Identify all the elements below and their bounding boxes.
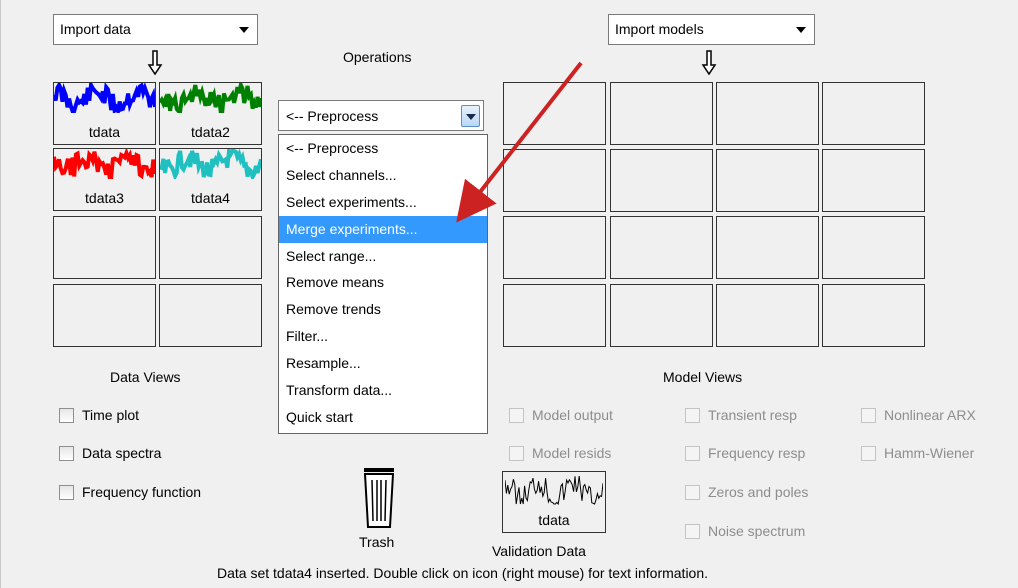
signal-thumbnail xyxy=(160,83,261,113)
model-slot-empty[interactable] xyxy=(716,149,819,212)
model-slot-empty[interactable] xyxy=(822,82,925,145)
checkbox-label: Zeros and poles xyxy=(708,484,809,500)
data-icon-label: tdata3 xyxy=(85,190,124,206)
checkbox-label: Nonlinear ARX xyxy=(884,407,976,423)
frequency-resp-checkbox[interactable]: Frequency resp xyxy=(685,445,805,461)
checkbox-label: Data spectra xyxy=(82,445,162,461)
operations-selected-value: <-- Preprocess xyxy=(286,108,379,124)
data-icon-label: tdata2 xyxy=(191,124,230,140)
model-views-title: Model Views xyxy=(663,369,743,385)
model-slot-empty[interactable] xyxy=(610,82,713,145)
annotation-arrow-icon xyxy=(456,61,583,223)
model-slot-empty[interactable] xyxy=(503,284,606,347)
checkbox-label: Model resids xyxy=(532,445,612,461)
checkbox-label: Hamm-Wiener xyxy=(884,445,975,461)
checkbox-box[interactable] xyxy=(509,407,524,423)
model-slot-empty[interactable] xyxy=(822,216,925,279)
operations-option[interactable]: Select range... xyxy=(279,243,487,270)
validation-data-label: Validation Data xyxy=(492,543,586,559)
operations-option[interactable]: Filter... xyxy=(279,323,487,350)
data-icon-tdata2[interactable]: tdata2 xyxy=(159,82,262,145)
model-slot-empty[interactable] xyxy=(610,284,713,347)
operations-option[interactable]: Resample... xyxy=(279,350,487,377)
checkbox-label: Frequency function xyxy=(82,484,202,500)
model-slot-empty[interactable] xyxy=(716,284,819,347)
signal-thumbnail xyxy=(505,475,603,506)
validation-data-slot[interactable]: tdata xyxy=(502,471,606,533)
data-icon-tdata[interactable]: tdata xyxy=(53,82,156,145)
data-slot-empty[interactable] xyxy=(159,216,262,279)
model-slot-empty[interactable] xyxy=(716,216,819,279)
operations-option[interactable]: Quick start xyxy=(279,404,487,431)
hamm-wiener-checkbox[interactable]: Hamm-Wiener xyxy=(861,445,974,461)
model-slot-empty[interactable] xyxy=(610,149,713,212)
validation-icon-label: tdata xyxy=(538,512,570,528)
data-icon-label: tdata xyxy=(88,124,121,140)
data-icon-tdata4[interactable]: tdata4 xyxy=(159,148,262,211)
signal-thumbnail xyxy=(54,83,155,113)
operations-option[interactable]: Remove means xyxy=(279,269,487,296)
checkbox-box[interactable] xyxy=(685,523,700,539)
checkbox-box[interactable] xyxy=(861,407,876,423)
trash-label: Trash xyxy=(359,534,395,550)
checkbox-box[interactable] xyxy=(685,484,700,500)
model-slot-empty[interactable] xyxy=(822,149,925,212)
ident-main-panel: Import data tdata tdata2 tdata3 tdata4 O… xyxy=(0,0,1018,588)
down-arrow-icon xyxy=(701,50,717,76)
checkbox-box[interactable] xyxy=(509,445,524,461)
model-resids-checkbox[interactable]: Model resids xyxy=(509,445,611,461)
chevron-down-icon xyxy=(796,27,806,33)
checkbox-box[interactable] xyxy=(861,445,876,461)
operations-title: Operations xyxy=(343,49,412,65)
import-models-label: Import models xyxy=(615,21,704,37)
status-message: Data set tdata4 inserted. Double click o… xyxy=(217,565,709,581)
signal-thumbnail xyxy=(160,149,261,179)
checkbox-box[interactable] xyxy=(685,407,700,423)
checkbox-label: Time plot xyxy=(82,407,140,423)
operations-option[interactable]: Remove trends xyxy=(279,296,487,323)
checkbox-label: Noise spectrum xyxy=(708,523,806,539)
nonlinear-arx-checkbox[interactable]: Nonlinear ARX xyxy=(861,407,976,423)
data-spectra-checkbox[interactable]: Data spectra xyxy=(59,445,161,461)
model-slot-empty[interactable] xyxy=(716,82,819,145)
trash-icon[interactable] xyxy=(360,465,398,531)
data-slot-empty[interactable] xyxy=(159,284,262,347)
operations-option[interactable]: Transform data... xyxy=(279,377,487,404)
noise-spectrum-checkbox[interactable]: Noise spectrum xyxy=(685,523,805,539)
import-data-label: Import data xyxy=(60,21,131,37)
zeros-and-poles-checkbox[interactable]: Zeros and poles xyxy=(685,484,808,500)
checkbox-label: Frequency resp xyxy=(708,445,806,461)
model-output-checkbox[interactable]: Model output xyxy=(509,407,613,423)
signal-thumbnail xyxy=(54,149,155,179)
model-slot-empty[interactable] xyxy=(610,216,713,279)
data-icon-label: tdata4 xyxy=(191,190,230,206)
checkbox-box[interactable] xyxy=(59,484,74,500)
checkbox-label: Model output xyxy=(532,407,613,423)
import-models-select[interactable]: Import models xyxy=(608,14,815,45)
checkbox-label: Transient resp xyxy=(708,407,797,423)
import-data-select[interactable]: Import data xyxy=(53,14,258,45)
model-slot-empty[interactable] xyxy=(822,284,925,347)
data-views-title: Data Views xyxy=(110,369,181,385)
checkbox-box[interactable] xyxy=(59,407,74,423)
chevron-down-icon xyxy=(239,27,249,33)
frequency-function-checkbox[interactable]: Frequency function xyxy=(59,484,201,500)
data-icon-tdata3[interactable]: tdata3 xyxy=(53,148,156,211)
data-slot-empty[interactable] xyxy=(53,216,156,279)
transient-resp-checkbox[interactable]: Transient resp xyxy=(685,407,797,423)
data-slot-empty[interactable] xyxy=(53,284,156,347)
time-plot-checkbox[interactable]: Time plot xyxy=(59,407,139,423)
checkbox-box[interactable] xyxy=(685,445,700,461)
checkbox-box[interactable] xyxy=(59,445,74,461)
down-arrow-icon xyxy=(147,50,163,76)
